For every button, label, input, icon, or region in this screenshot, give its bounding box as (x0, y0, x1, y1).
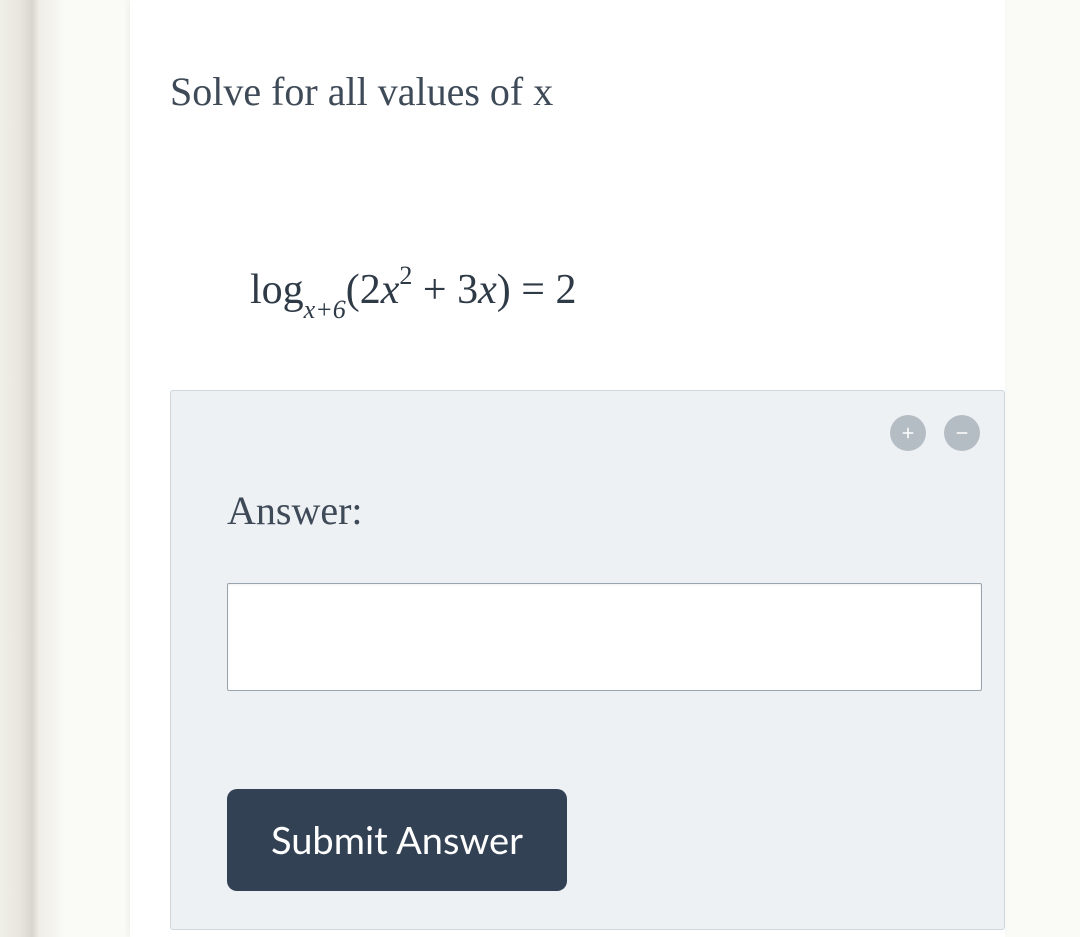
plus-icon (899, 424, 917, 442)
content-card: Solve for all values of x logx+6(2x2 + 3… (130, 0, 1005, 937)
submit-answer-button[interactable]: Submit Answer (227, 789, 567, 891)
answer-input[interactable] (227, 583, 982, 691)
answer-panel: Answer: Submit Answer (170, 390, 1005, 930)
equation: logx+6(2x2 + 3x) = 2 (250, 265, 576, 319)
page-background: Solve for all values of x logx+6(2x2 + 3… (0, 0, 1080, 937)
zoom-controls (890, 415, 980, 451)
zoom-in-button[interactable] (890, 415, 926, 451)
minus-icon (953, 424, 971, 442)
page-left-shadow (0, 0, 65, 937)
answer-label: Answer: (227, 487, 363, 534)
question-prompt: Solve for all values of x (170, 68, 553, 115)
zoom-out-button[interactable] (944, 415, 980, 451)
